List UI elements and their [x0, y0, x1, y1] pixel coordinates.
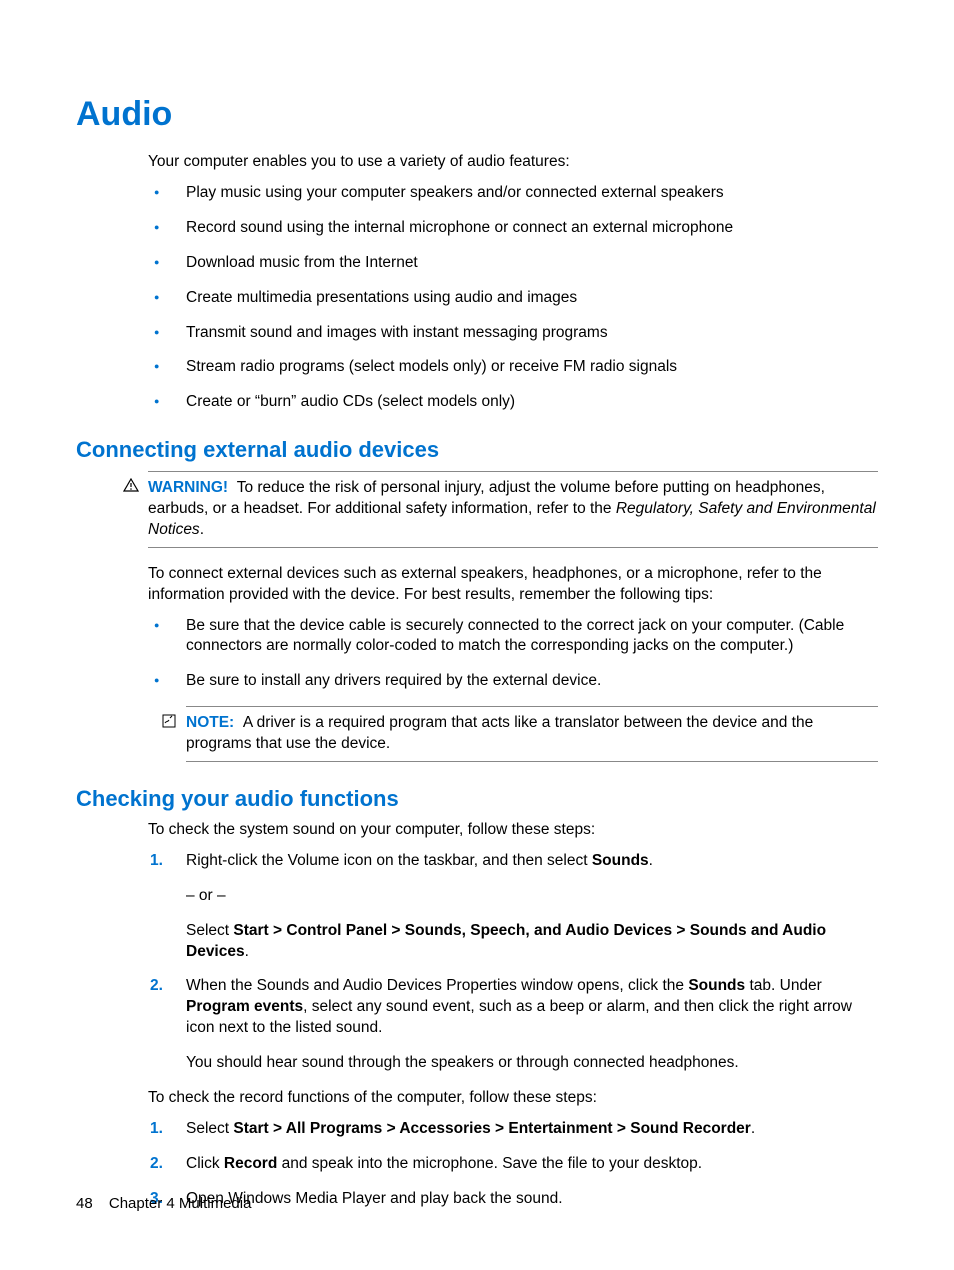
chapter-label: Chapter 4 Multimedia	[109, 1195, 252, 1212]
list-item: When the Sounds and Audio Devices Proper…	[148, 976, 878, 1074]
record-steps: Select Start > All Programs > Accessorie…	[148, 1119, 878, 1210]
or-divider: – or –	[186, 886, 878, 907]
intro-block: Your computer enables you to use a varie…	[148, 152, 878, 413]
step-text: When the Sounds and Audio Devices Proper…	[186, 977, 688, 994]
step-text: Select	[186, 1120, 233, 1137]
step-text: and speak into the microphone. Save the …	[277, 1155, 702, 1172]
list-item: Stream radio programs (select models onl…	[148, 357, 878, 378]
step-text: .	[649, 852, 653, 869]
tips-list: Be sure that the device cable is securel…	[148, 616, 878, 693]
step-text: .	[245, 943, 249, 960]
step-alt: Select Start > Control Panel > Sounds, S…	[186, 921, 878, 963]
page-number: 48	[76, 1195, 93, 1212]
note-icon	[160, 713, 178, 736]
list-item: Select Start > All Programs > Accessorie…	[148, 1119, 878, 1140]
warning-icon	[122, 478, 140, 499]
step-text: Click	[186, 1155, 224, 1172]
list-item: Open Windows Media Player and play back …	[148, 1189, 878, 1210]
section2-body: To check the system sound on your comput…	[148, 820, 878, 1210]
list-item: Create multimedia presentations using au…	[148, 288, 878, 309]
note-text: A driver is a required program that acts…	[186, 714, 813, 752]
step-result: You should hear sound through the speake…	[186, 1053, 878, 1074]
step-text: .	[751, 1120, 755, 1137]
warning-label: WARNING!	[148, 479, 228, 496]
step-text: Select	[186, 922, 233, 939]
bold-text: Record	[224, 1155, 277, 1172]
bold-text: Program events	[186, 998, 303, 1015]
list-item: Record sound using the internal micropho…	[148, 218, 878, 239]
list-item: Download music from the Internet	[148, 253, 878, 274]
system-sound-steps: Right-click the Volume icon on the taskb…	[148, 851, 878, 1074]
note-callout: NOTE: A driver is a required program tha…	[186, 706, 878, 762]
section-heading-connecting: Connecting external audio devices	[76, 435, 878, 465]
intro-text: Your computer enables you to use a varie…	[148, 152, 878, 173]
list-item: Be sure that the device cable is securel…	[148, 616, 878, 658]
list-item: Right-click the Volume icon on the taskb…	[148, 851, 878, 963]
list-item: Click Record and speak into the micropho…	[148, 1154, 878, 1175]
bold-text: Sounds	[688, 977, 745, 994]
note-label: NOTE:	[186, 714, 234, 731]
step-text: Right-click the Volume icon on the taskb…	[186, 852, 592, 869]
menu-path: Start > Control Panel > Sounds, Speech, …	[186, 922, 826, 960]
warning-text-end: .	[200, 521, 204, 538]
list-item: Be sure to install any drivers required …	[148, 671, 878, 692]
list-item: Create or “burn” audio CDs (select model…	[148, 392, 878, 413]
feature-list: Play music using your computer speakers …	[148, 183, 878, 413]
page-footer: 48 Chapter 4 Multimedia	[76, 1194, 251, 1214]
page-title: Audio	[76, 92, 878, 138]
section1-para: To connect external devices such as exte…	[148, 564, 878, 606]
record-intro: To check the record functions of the com…	[148, 1088, 878, 1109]
list-item: Play music using your computer speakers …	[148, 183, 878, 204]
section2-intro: To check the system sound on your comput…	[148, 820, 878, 841]
bold-text: Sounds	[592, 852, 649, 869]
list-item: Transmit sound and images with instant m…	[148, 323, 878, 344]
warning-callout: WARNING! To reduce the risk of personal …	[148, 471, 878, 548]
section1-body: WARNING! To reduce the risk of personal …	[148, 471, 878, 762]
section-heading-checking: Checking your audio functions	[76, 784, 878, 814]
step-text: tab. Under	[745, 977, 822, 994]
document-page: Audio Your computer enables you to use a…	[0, 0, 954, 1270]
menu-path: Start > All Programs > Accessories > Ent…	[233, 1120, 750, 1137]
